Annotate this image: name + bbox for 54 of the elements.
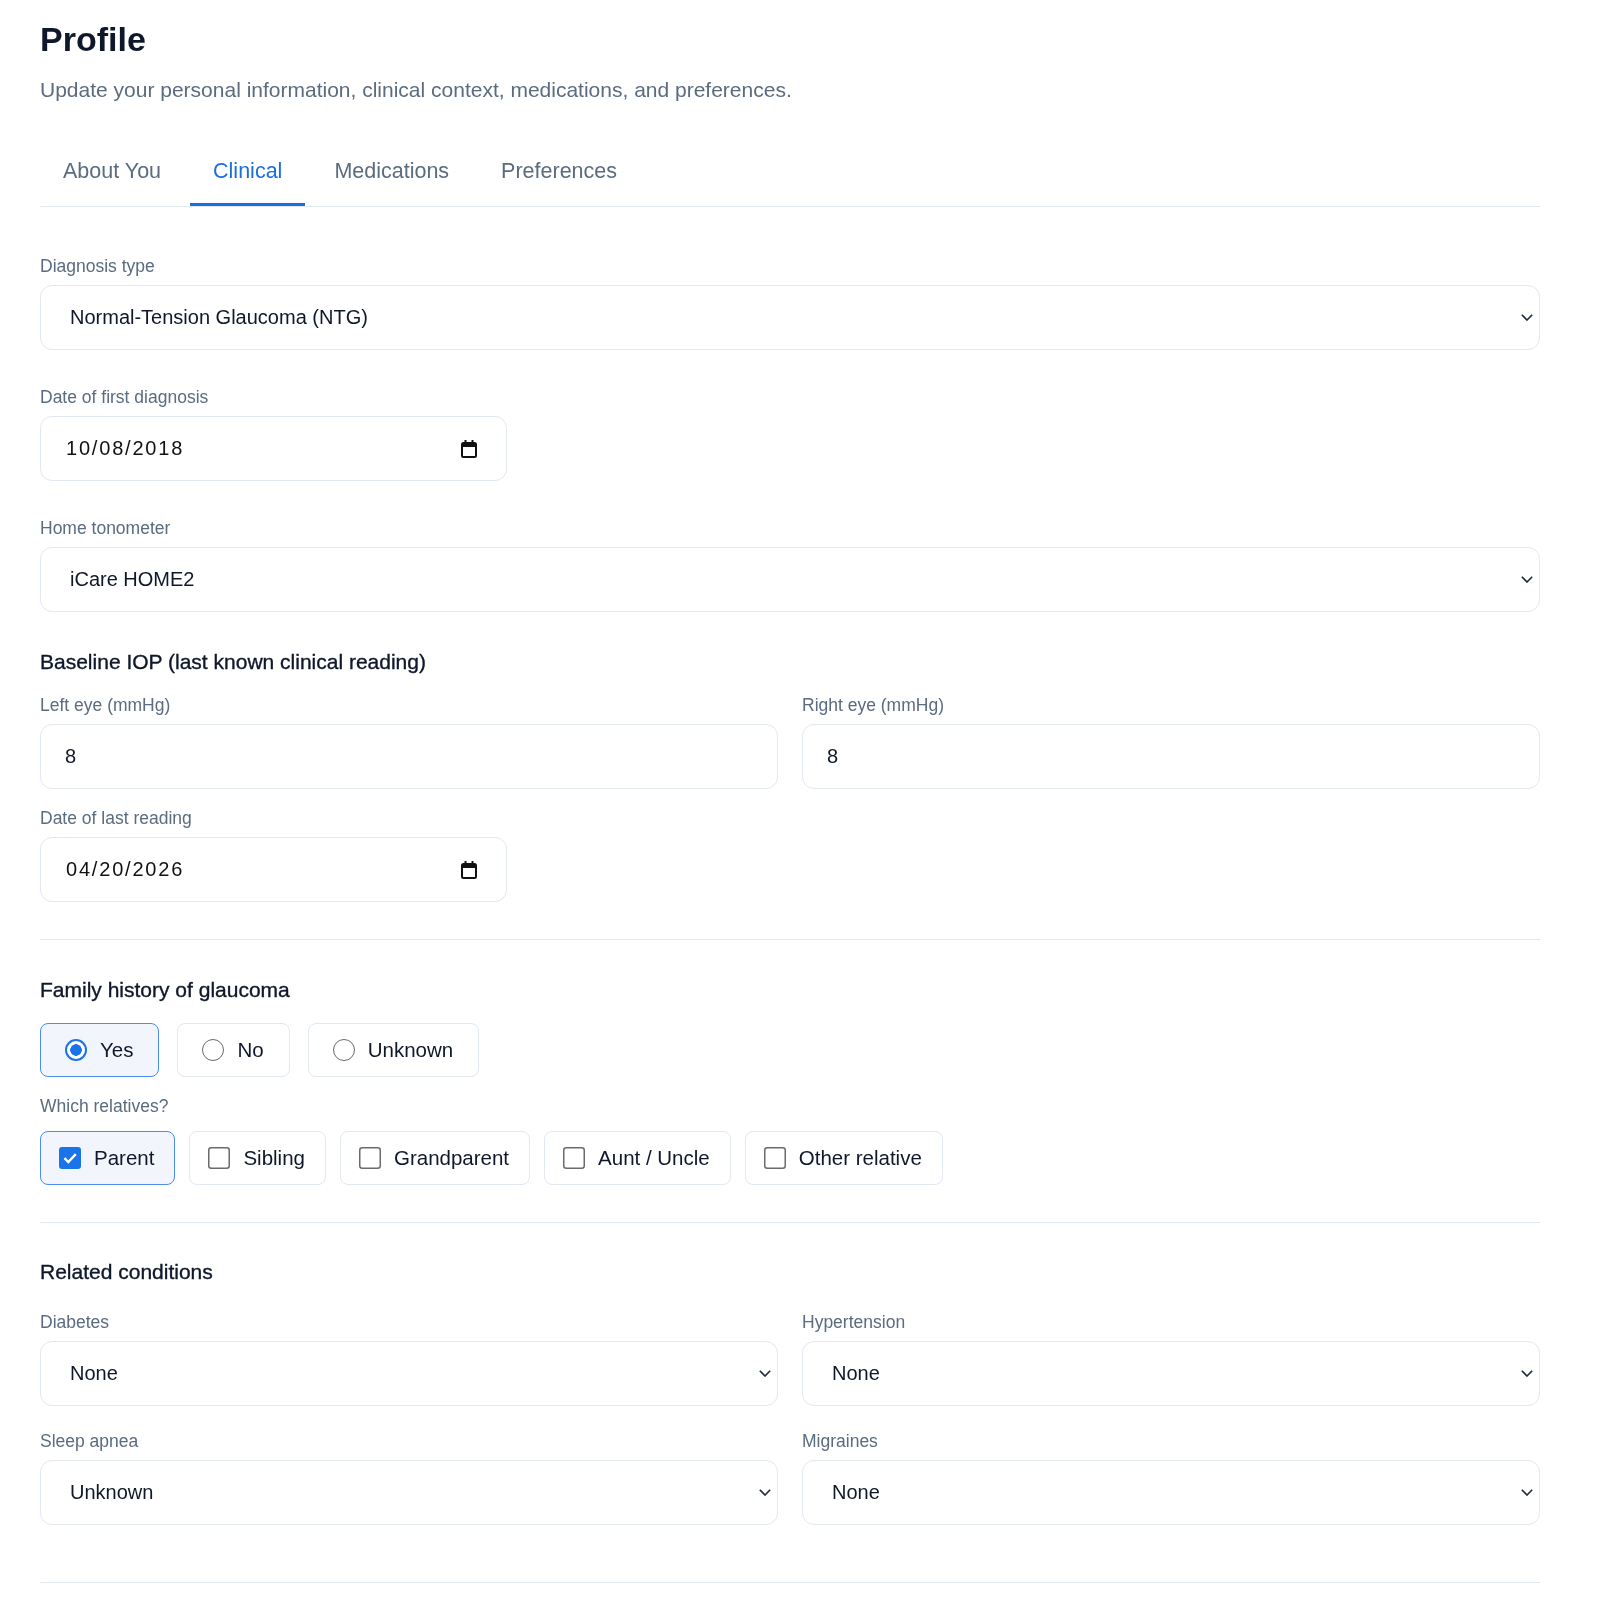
field-label: Hypertension: [802, 1311, 907, 1333]
tab[interactable]: Clinical: [190, 140, 306, 206]
select-field[interactable]: None: [802, 1460, 1540, 1525]
field-label: Diagnosis type: [40, 255, 156, 277]
field-label: Which relatives?: [40, 1095, 170, 1117]
number-field[interactable]: 8: [40, 724, 778, 789]
checkbox-option[interactable]: Other relative: [744, 1131, 943, 1185]
date-field[interactable]: 04/20/2026: [40, 837, 507, 902]
radio-icon[interactable]: [332, 1039, 355, 1061]
checkbox[interactable]: [59, 1147, 81, 1169]
chevron-down-icon: [759, 1489, 771, 1496]
checkbox-option[interactable]: Parent: [40, 1131, 176, 1185]
field-label: Sleep apnea: [40, 1430, 140, 1452]
select-field[interactable]: Unknown: [40, 1460, 778, 1525]
chevron-down-icon: [1521, 1370, 1533, 1377]
page-subtitle: Update your personal information, clinical context, medications, and preferences.: [40, 77, 793, 103]
checkbox-option[interactable]: Aunt / Uncle: [544, 1131, 731, 1185]
section-heading: Baseline IOP (last known clinical reading): [40, 649, 427, 675]
field-label: Date of last reading: [40, 807, 193, 829]
tab[interactable]: Preferences: [478, 140, 641, 206]
select-field[interactable]: None: [802, 1341, 1540, 1406]
select-field[interactable]: iCare HOME2: [40, 547, 1540, 612]
radio-icon[interactable]: [202, 1039, 225, 1061]
checkbox[interactable]: [563, 1147, 586, 1169]
section-heading: Family history of glaucoma: [40, 977, 291, 1003]
checkbox[interactable]: [208, 1147, 231, 1169]
number-field[interactable]: 8: [802, 724, 1540, 789]
chevron-down-icon: [1521, 576, 1533, 583]
field-label: Home tonometer: [40, 517, 172, 539]
section-heading: Related conditions: [40, 1259, 214, 1285]
page-title: Profile: [40, 19, 147, 59]
calendar-icon: [461, 860, 477, 879]
radio-option[interactable]: Yes: [40, 1023, 160, 1077]
chevron-down-icon: [759, 1370, 771, 1377]
radio-option[interactable]: Unknown: [307, 1023, 480, 1077]
field-label: Diabetes: [40, 1311, 111, 1333]
field-label: Right eye (mmHg): [802, 694, 945, 716]
checkbox-option[interactable]: Grandparent: [339, 1131, 531, 1185]
field-label: Migraines: [802, 1430, 879, 1452]
chevron-down-icon: [1521, 1489, 1533, 1496]
field-label: Left eye (mmHg): [40, 694, 172, 716]
radio-icon[interactable]: [65, 1039, 87, 1061]
checkbox[interactable]: [358, 1147, 381, 1169]
checkbox[interactable]: [763, 1147, 786, 1169]
checkbox-option[interactable]: Sibling: [189, 1131, 326, 1185]
chevron-down-icon: [1521, 314, 1533, 321]
date-field[interactable]: 10/08/2018: [40, 416, 507, 481]
tab[interactable]: Medications: [311, 140, 473, 206]
tab[interactable]: About You: [40, 140, 185, 206]
select-field[interactable]: None: [40, 1341, 778, 1406]
select-field[interactable]: Normal-Tension Glaucoma (NTG): [40, 285, 1540, 350]
radio-option[interactable]: No: [177, 1023, 290, 1077]
calendar-icon: [461, 439, 477, 458]
field-label: Date of first diagnosis: [40, 386, 210, 408]
